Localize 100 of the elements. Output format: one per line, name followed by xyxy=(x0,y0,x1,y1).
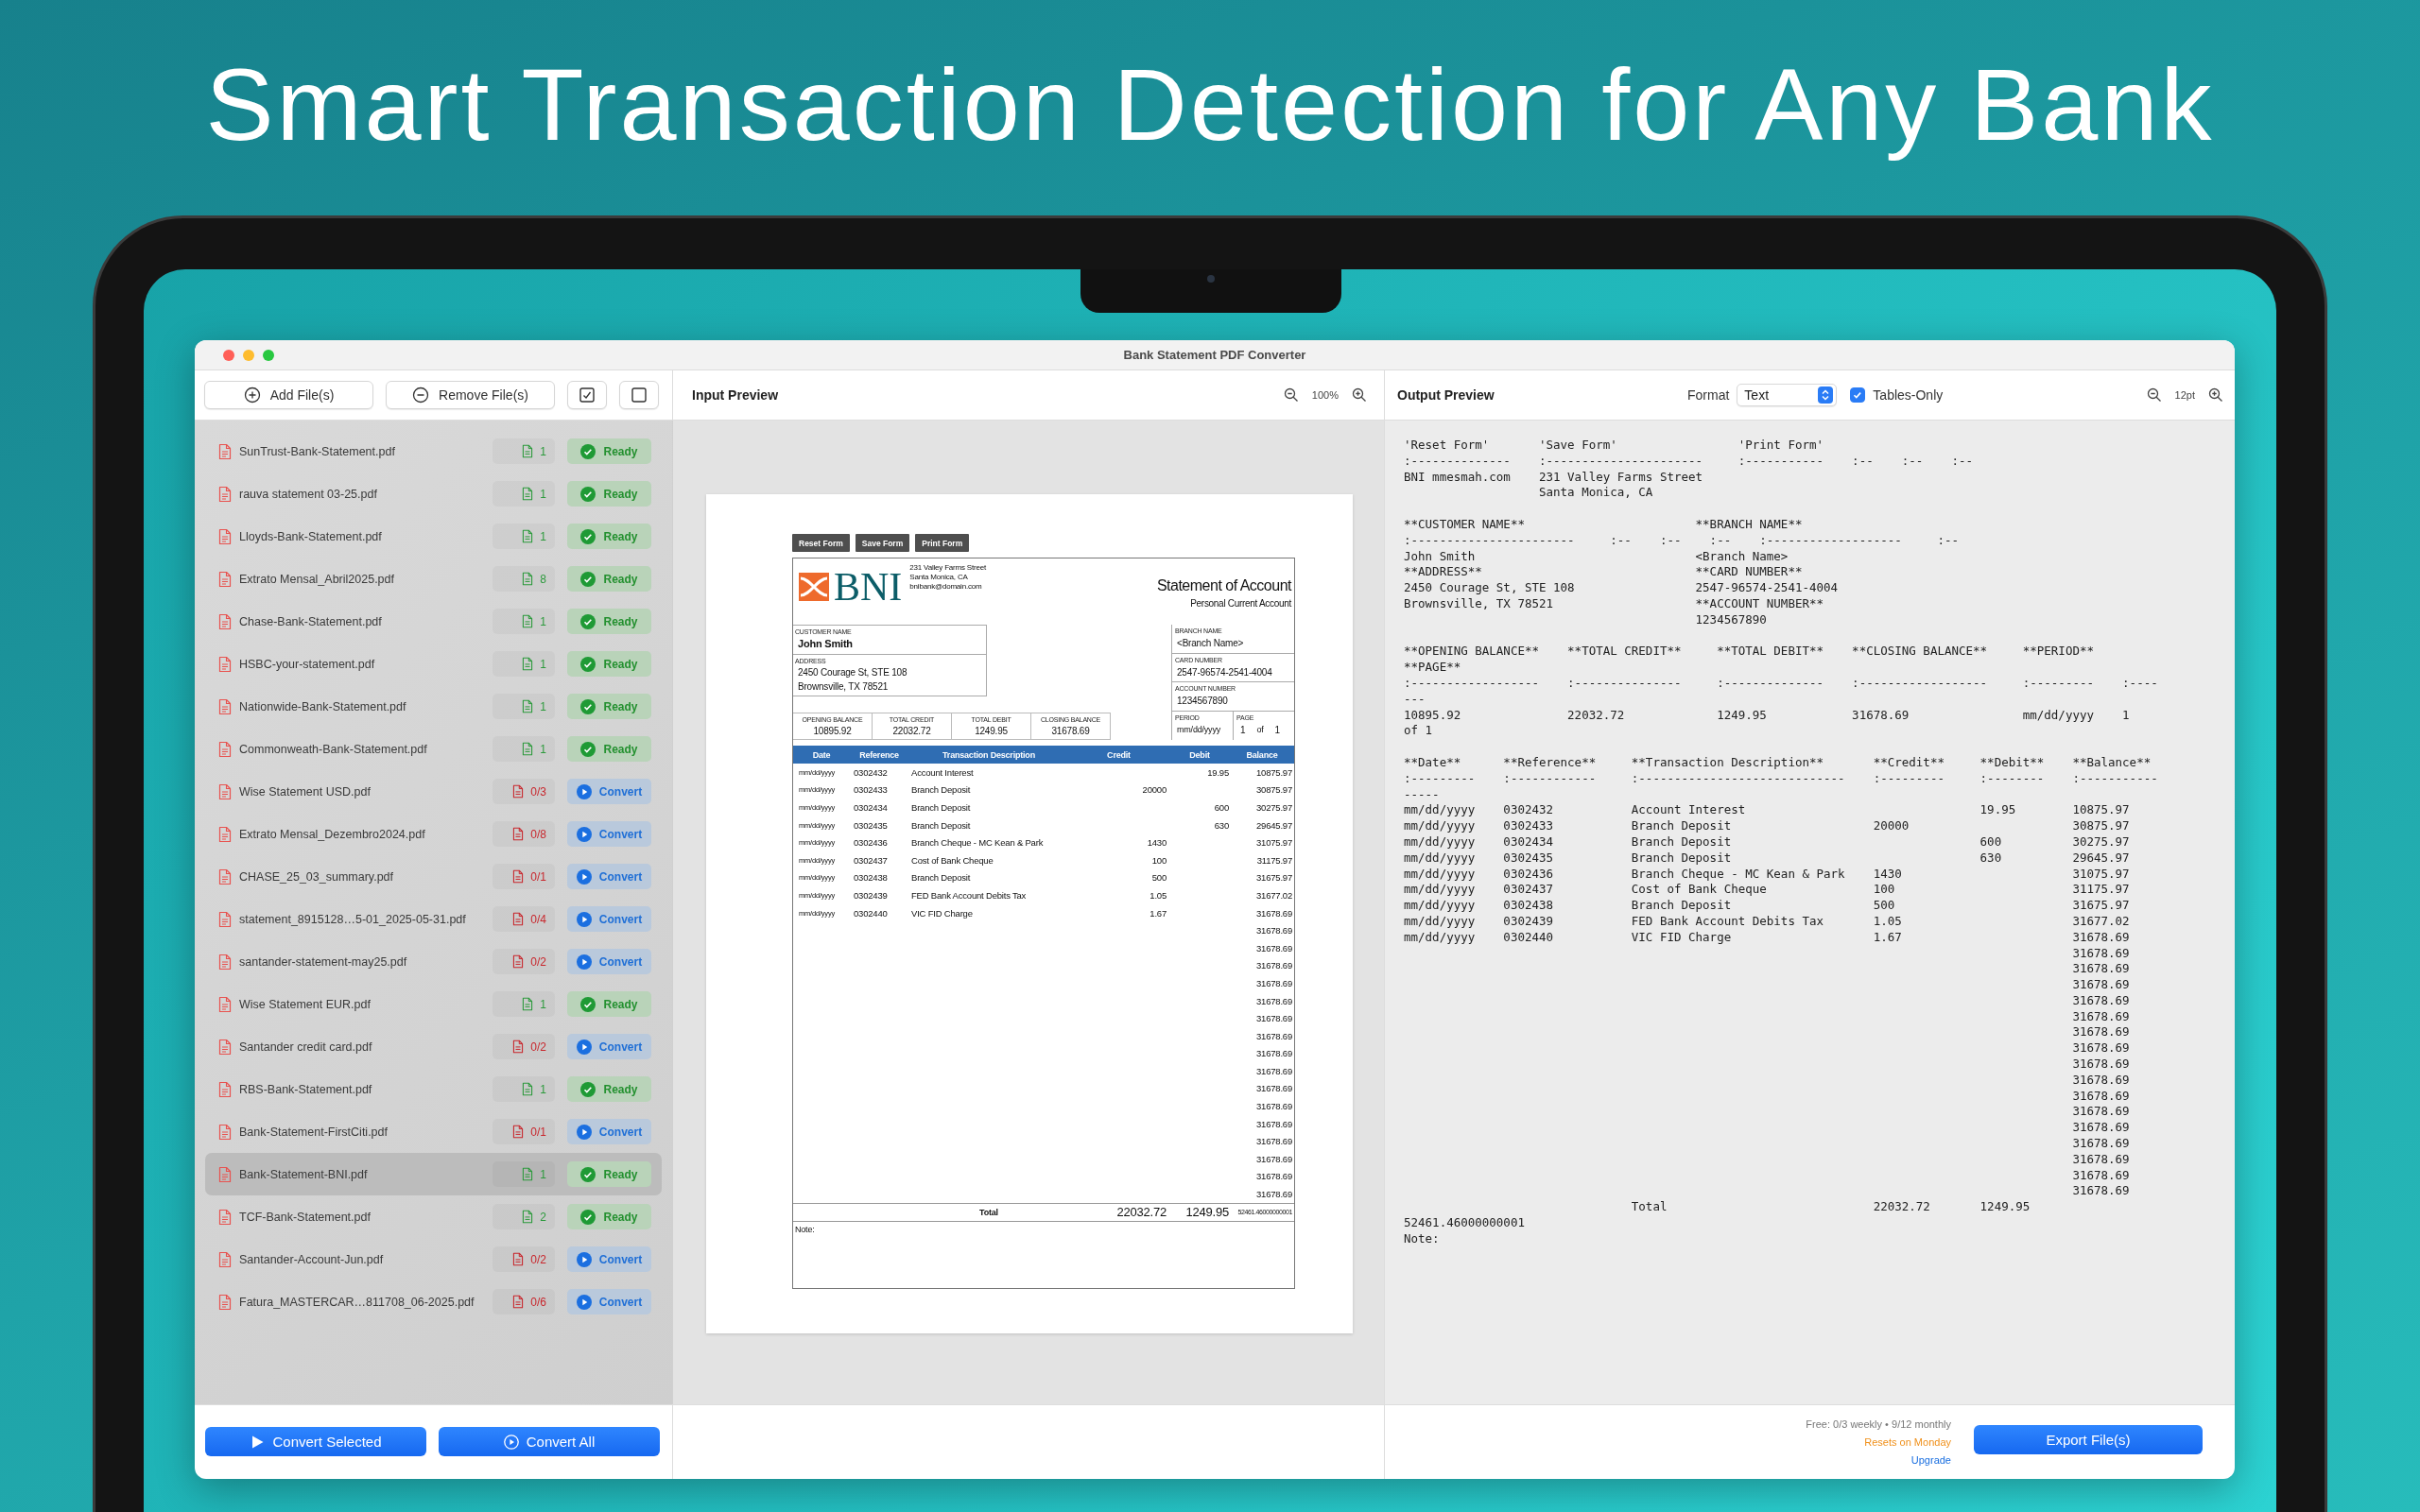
zoom-in-icon[interactable] xyxy=(2208,387,2223,403)
file-row[interactable]: Nationwide-Bank-Statement.pdf 1 Ready xyxy=(205,685,662,728)
page-count: 1 xyxy=(540,529,546,543)
deselect-all-button[interactable] xyxy=(619,381,659,409)
convert-selected-button[interactable]: Convert Selected xyxy=(205,1427,426,1456)
page-count: 1 xyxy=(540,614,546,628)
file-row[interactable]: HSBC-your-statement.pdf 1 Ready xyxy=(205,643,662,685)
file-row[interactable]: Fatura_MASTERCAR…811708_06-2025.pdf 0/6 Convert xyxy=(205,1280,662,1323)
field-value: 1 xyxy=(1240,723,1246,737)
page-count: 0/6 xyxy=(530,1295,546,1309)
output-text-line: :-------------- :---------------------- :----------- :-- :-- :-- xyxy=(1404,453,1974,470)
page-count: 2 xyxy=(540,1210,546,1224)
file-row[interactable]: RBS-Bank-Statement.pdf 1 Ready xyxy=(205,1068,662,1110)
file-row[interactable]: Commonweath-Bank-Statement.pdf 1 Ready xyxy=(205,728,662,770)
tables-only-checkbox[interactable] xyxy=(1850,387,1866,403)
form-button[interactable]: Print Form xyxy=(915,534,970,552)
table-cell-text: 19.95 xyxy=(1207,766,1230,778)
form-button[interactable]: Reset Form xyxy=(792,534,850,552)
close-button[interactable] xyxy=(223,349,234,361)
format-select[interactable]: Text xyxy=(1737,384,1838,406)
page-icon xyxy=(512,1040,525,1054)
output-text-line: --- xyxy=(1404,691,1426,708)
check-circle-icon xyxy=(580,486,596,502)
export-button[interactable]: Export File(s) xyxy=(1974,1425,2203,1454)
field-value: 2450 Courage St, STE 108 xyxy=(797,666,908,679)
field-value: 10895.92 xyxy=(813,725,852,738)
file-row[interactable]: Bank-Statement-BNI.pdf 1 Ready xyxy=(205,1153,662,1195)
reset-note: Resets on Monday xyxy=(1864,1435,1951,1450)
file-row[interactable]: Wise Statement EUR.pdf 1 Ready xyxy=(205,983,662,1025)
page-icon xyxy=(522,572,534,586)
file-row[interactable]: statement_8915128…5-01_2025-05-31.pdf 0/4 Convert xyxy=(205,898,662,940)
page-icon xyxy=(522,1167,534,1181)
table-cell-text: 0302439 xyxy=(853,889,889,901)
output-text-line: 52461.46000000001 xyxy=(1404,1215,1525,1231)
file-name: Wise Statement EUR.pdf xyxy=(239,997,372,1011)
field-value: 1249.95 xyxy=(975,725,1008,738)
file-row[interactable]: santander-statement-may25.pdf 0/2 Convert xyxy=(205,940,662,983)
zoom-out-icon[interactable] xyxy=(2146,387,2162,403)
output-text-line: mm/dd/yyyy 0302440 VIC FID Charge 1.67 31678.69 xyxy=(1404,929,2130,946)
file-row[interactable]: Lloyds-Bank-Statement.pdf 1 Ready xyxy=(205,515,662,558)
table-cell: 31678.69 xyxy=(1255,1030,1293,1041)
output-text-line: Total 22032.72 1249.95 xyxy=(1630,1199,2031,1216)
check-circle-icon xyxy=(580,443,596,459)
file-row[interactable]: Bank-Statement-FirstCiti.pdf 0/1 Convert xyxy=(205,1110,662,1153)
file-row[interactable]: Extrato Mensal_Dezembro2024.pdf 0/8 Convert xyxy=(205,813,662,855)
file-row[interactable]: Santander credit card.pdf 0/2 Convert xyxy=(205,1025,662,1068)
output-text-line: 31678.69 xyxy=(2071,977,2130,993)
table-cell-text: Account Interest xyxy=(910,766,975,778)
remove-files-button[interactable]: Remove File(s) xyxy=(386,381,555,409)
table-cell-text: Branch Deposit xyxy=(910,784,972,796)
table-cell: 31678.69 xyxy=(1255,942,1293,954)
pdf-file-icon xyxy=(218,740,232,758)
file-row[interactable]: Extrato Mensal_Abril2025.pdf 8 Ready xyxy=(205,558,662,600)
pdf-file-icon xyxy=(218,1293,232,1311)
pdf-file-icon xyxy=(218,697,232,715)
convert-all-button[interactable]: Convert All xyxy=(439,1427,660,1456)
table-cell-text: 0302433 xyxy=(853,784,889,796)
file-row[interactable]: TCF-Bank-Statement.pdf 2 Ready xyxy=(205,1195,662,1238)
play-circle-icon xyxy=(576,826,592,842)
zoom-in-icon[interactable] xyxy=(1352,387,1367,403)
check-circle-icon xyxy=(580,1081,596,1097)
pdf-file-icon xyxy=(218,1250,232,1268)
pdf-file-icon xyxy=(218,612,232,630)
page-icon xyxy=(512,1125,525,1139)
table-cell-text: 0302438 xyxy=(853,872,889,884)
check-circle-icon xyxy=(580,571,596,587)
output-text-line: 31678.69 xyxy=(2071,1183,2130,1200)
page-icon xyxy=(522,1210,534,1224)
pdf-file-icon xyxy=(218,485,232,503)
add-files-button[interactable]: Add File(s) xyxy=(204,381,373,409)
page-icon xyxy=(522,997,534,1011)
pane-title: Input Preview xyxy=(692,387,779,403)
column-header: Date xyxy=(812,749,831,760)
file-row[interactable]: Santander-Account-Jun.pdf 0/2 Convert xyxy=(205,1238,662,1280)
page-icon xyxy=(512,869,525,884)
file-row[interactable]: Wise Statement USD.pdf 0/3 Convert xyxy=(205,770,662,813)
play-circle-icon xyxy=(576,1124,592,1140)
file-row[interactable]: Chase-Bank-Statement.pdf 1 Ready xyxy=(205,600,662,643)
form-button[interactable]: Save Form xyxy=(855,534,910,552)
table-cell-text: Branch Deposit xyxy=(910,872,972,884)
file-row[interactable]: SunTrust-Bank-Statement.pdf 1 Ready xyxy=(205,430,662,472)
output-text-line: :------------------ :--------------- :-------------- :------------------ :--------- :---- xyxy=(1404,675,2158,692)
usage-text: Free: 0/3 weekly • 9/12 monthly xyxy=(1806,1418,1951,1432)
zoom-out-icon[interactable] xyxy=(1283,387,1299,403)
statement-subtitle: Personal Current Account xyxy=(1190,598,1291,609)
pdf-file-icon xyxy=(218,655,232,673)
select-all-button[interactable] xyxy=(567,381,607,409)
output-text-line: **PAGE** xyxy=(1404,660,1461,676)
output-text-line: mm/dd/yyyy 0302434 Branch Deposit 600 30275.97 xyxy=(1404,833,2130,850)
page-count: 1 xyxy=(540,444,546,458)
upgrade-link[interactable]: Upgrade xyxy=(1910,1452,1951,1469)
table-cell: 31678.69 xyxy=(1255,1153,1293,1164)
page-count: 1 xyxy=(540,1167,546,1181)
file-row[interactable]: CHASE_25_03_summary.pdf 0/1 Convert xyxy=(205,855,662,898)
page-count: 0/1 xyxy=(530,869,546,884)
table-cell-text: 1.05 xyxy=(1150,889,1167,901)
file-row[interactable]: rauva statement 03-25.pdf 1 Ready xyxy=(205,472,662,515)
file-name: Santander credit card.pdf xyxy=(239,1040,373,1054)
table-cell: 31075.97 xyxy=(1255,837,1293,849)
page-icon xyxy=(522,487,534,501)
